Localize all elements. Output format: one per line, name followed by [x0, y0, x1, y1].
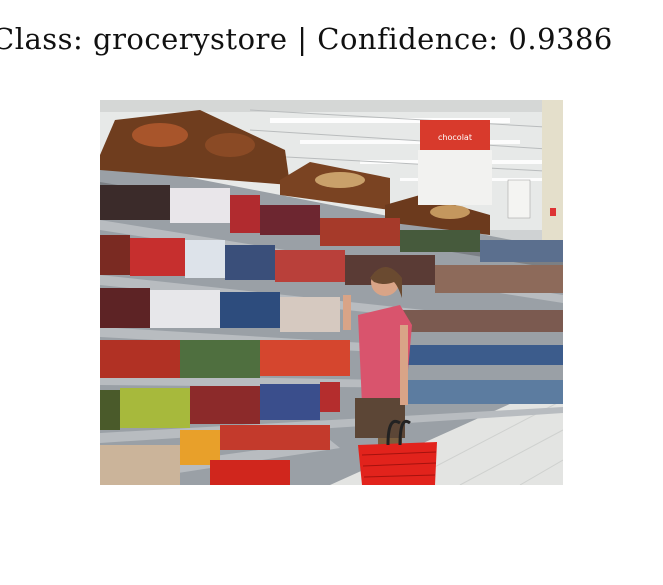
sign-label: chocolat: [438, 133, 472, 142]
grocery-store-photo: chocolat: [100, 100, 563, 485]
photo-illustration: chocolat: [100, 100, 563, 485]
classification-caption: Class: grocerystore | Confidence: 0.9386: [0, 20, 663, 64]
caption-text: Class: grocerystore | Confidence: 0.9386: [0, 22, 613, 56]
chocolat-sign: chocolat: [418, 120, 492, 205]
